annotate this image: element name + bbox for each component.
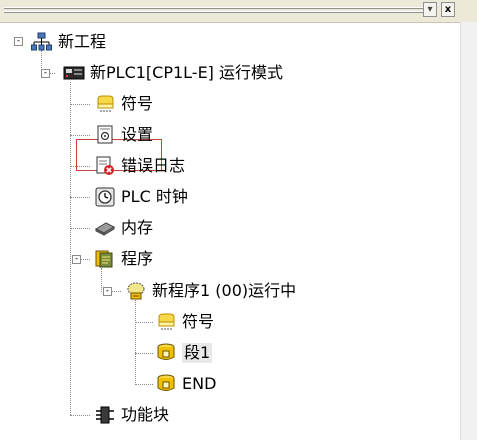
tree-item-settings[interactable]: 设置 <box>94 124 153 146</box>
tree-line <box>112 291 121 292</box>
tree-item-label: 段1 <box>182 343 213 363</box>
tree-item-label: 设置 <box>121 125 154 144</box>
tree-item-root[interactable]: 新工程 <box>31 31 106 53</box>
tree-line <box>70 82 71 415</box>
error-log-icon <box>94 156 116 176</box>
symbols-icon <box>155 312 177 332</box>
tree-item-label: 新程序1 (00)运行中 <box>152 281 297 300</box>
panel-title-bar: ▾ x <box>0 0 477 23</box>
programs-icon <box>94 249 116 269</box>
symbols-icon <box>94 94 116 114</box>
tree-item-end[interactable]: END <box>155 373 216 395</box>
tree-item-label: 新工程 <box>58 32 107 51</box>
tree-item-section1[interactable]: 段1 <box>155 342 213 364</box>
tree-line <box>135 353 153 354</box>
tree-item-label: END <box>182 374 217 393</box>
function-block-icon <box>94 405 116 425</box>
tree-item-plc[interactable]: 新PLC1[CP1L-E] 运行模式 <box>63 62 283 84</box>
tree-item-function-blocks[interactable]: 功能块 <box>94 404 169 426</box>
close-button[interactable]: x <box>441 2 455 17</box>
tree-item-program1[interactable]: 新程序1 (00)运行中 <box>125 280 296 302</box>
tree-line <box>70 135 90 136</box>
drag-grip-line <box>4 11 425 13</box>
expander-program1[interactable]: - <box>103 287 112 296</box>
tree-item-label: PLC 时钟 <box>121 187 188 206</box>
tree-line <box>135 322 153 323</box>
tree-item-error-log[interactable]: 错误日志 <box>94 155 185 177</box>
auto-hide-button[interactable]: ▾ <box>423 2 437 17</box>
tree-line <box>81 259 90 260</box>
section-icon <box>155 374 177 394</box>
plc-device-icon <box>63 63 85 83</box>
tree-item-label: 程序 <box>121 249 154 268</box>
tree-line <box>70 104 90 105</box>
project-tree: - - - - 新工程 新PLC1[CP1L-E] 运行模式 符号 设置 错误日… <box>0 22 460 440</box>
tree-item-label: 符号 <box>121 94 154 113</box>
tree-item-memory[interactable]: 内存 <box>94 217 153 239</box>
tree-line <box>70 228 90 229</box>
tree-item-label: 内存 <box>121 218 154 237</box>
tree-item-label: 符号 <box>182 312 215 331</box>
expander-plc[interactable]: - <box>41 69 50 78</box>
tree-item-programs[interactable]: 程序 <box>94 248 153 270</box>
tree-item-symbols[interactable]: 符号 <box>94 93 153 115</box>
tree-line <box>70 415 90 416</box>
tree-line <box>70 197 90 198</box>
running-program-icon <box>125 281 147 301</box>
tree-line <box>135 300 136 385</box>
tree-line <box>135 384 153 385</box>
vertical-scrollbar[interactable] <box>460 22 477 440</box>
expander-programs[interactable]: - <box>72 255 81 264</box>
drag-grip[interactable] <box>4 7 425 9</box>
tree-item-label: 新PLC1[CP1L-E] 运行模式 <box>90 63 284 82</box>
tree-item-program-symbols[interactable]: 符号 <box>155 311 214 333</box>
tree-line <box>101 268 102 292</box>
tree-item-label: 功能块 <box>121 405 170 424</box>
expander-root[interactable]: - <box>14 37 23 46</box>
clock-icon <box>94 187 116 207</box>
tree-item-label: 错误日志 <box>121 156 186 175</box>
section-icon <box>155 343 177 363</box>
memory-chip-icon <box>94 218 116 238</box>
tree-item-plc-clock[interactable]: PLC 时钟 <box>94 186 188 208</box>
settings-icon <box>94 125 116 145</box>
network-icon <box>31 32 53 52</box>
